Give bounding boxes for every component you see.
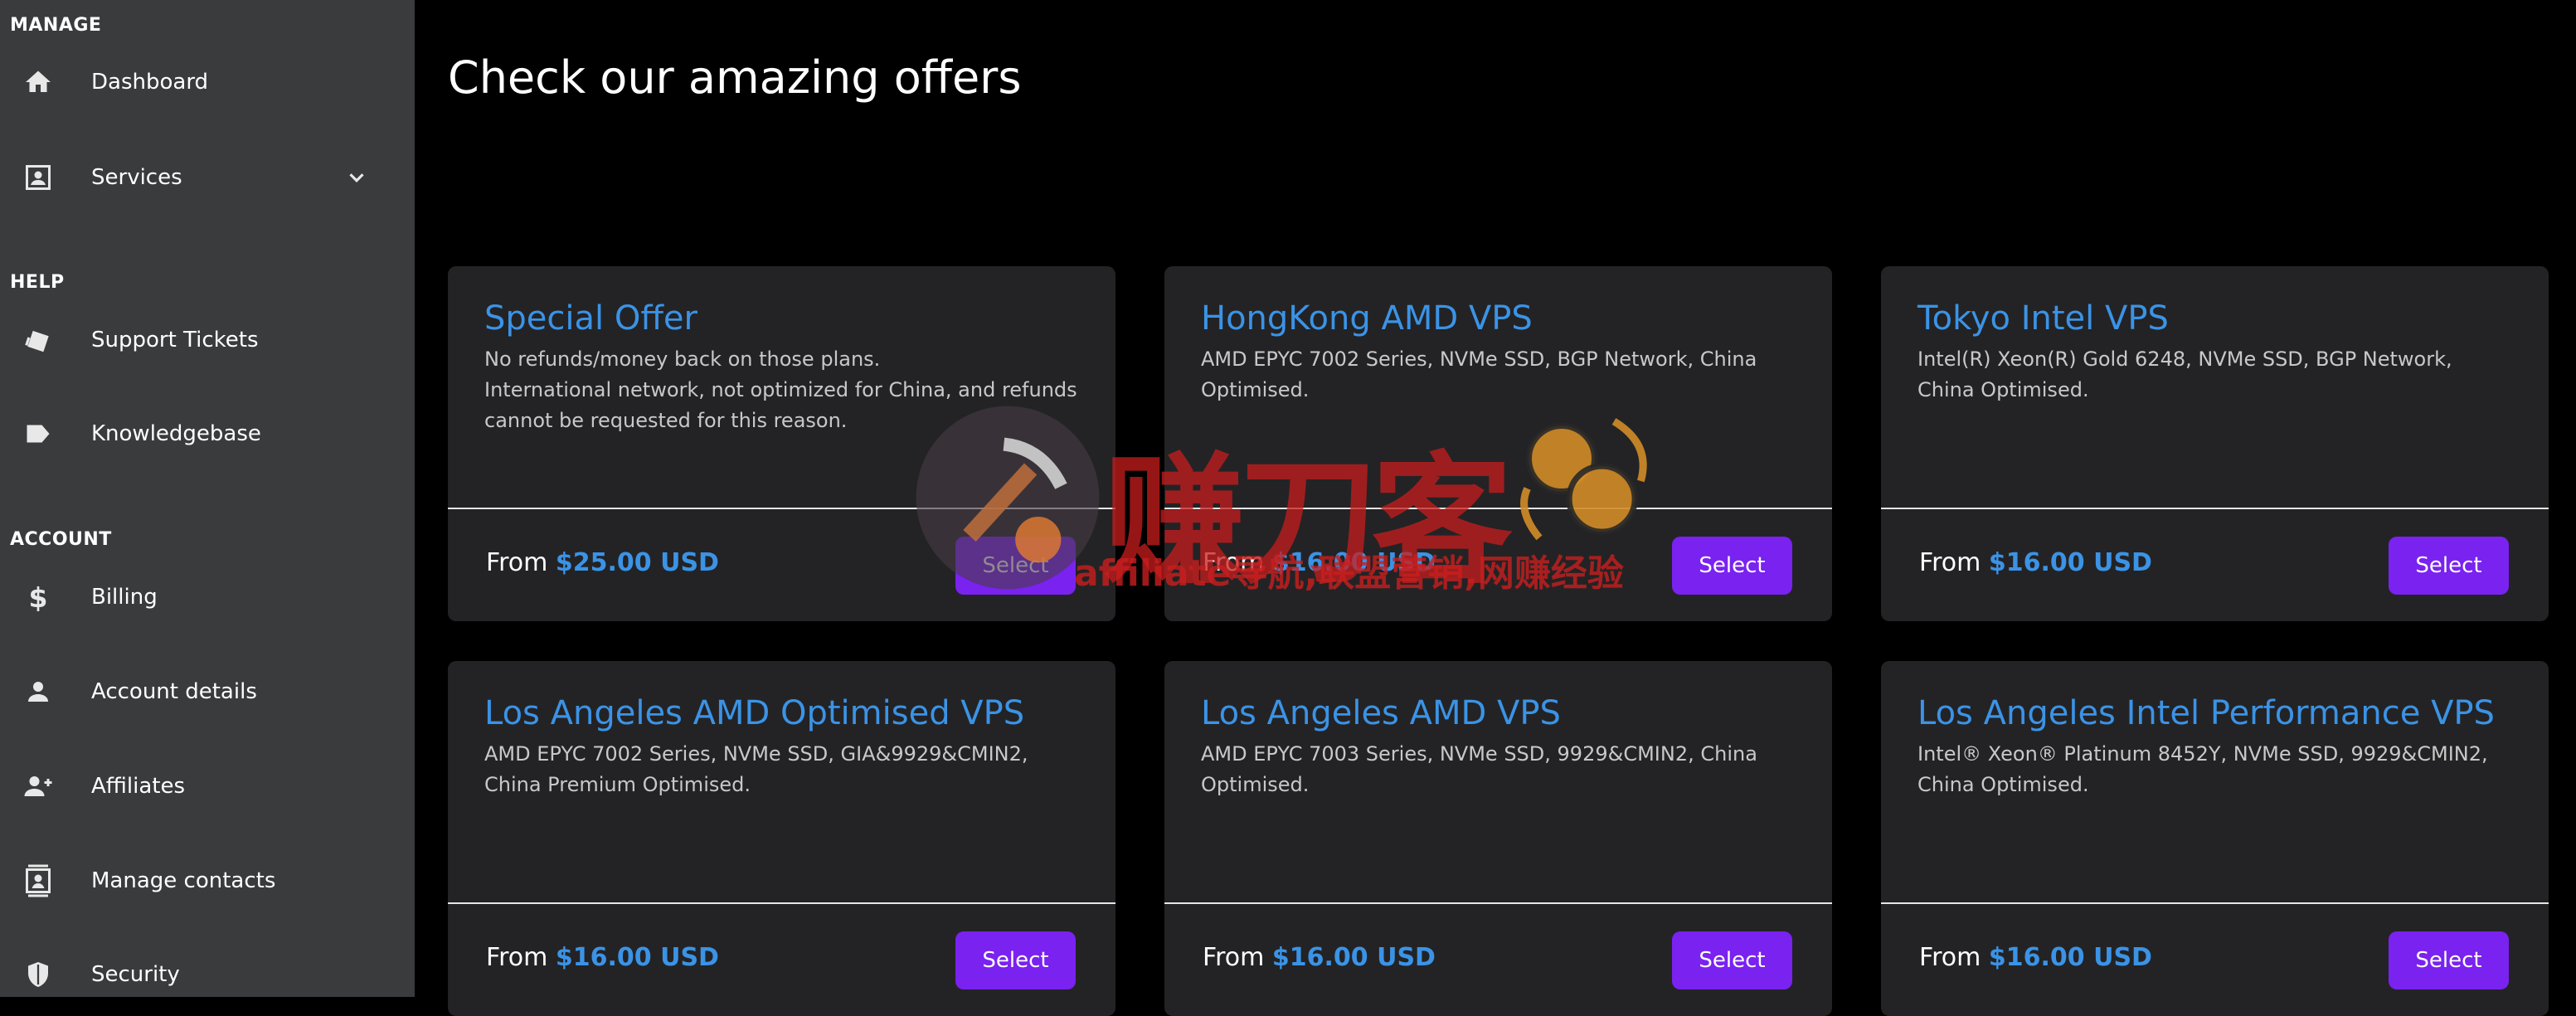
services-icon	[20, 159, 56, 196]
sidebar: MANAGE Dashboard Services HELP Support T…	[0, 0, 415, 997]
card-divider	[448, 902, 1115, 904]
offer-card: Los Angeles AMD VPS AMD EPYC 7003 Series…	[1164, 661, 1832, 1016]
offer-card: HongKong AMD VPS AMD EPYC 7002 Series, N…	[1164, 266, 1832, 621]
price-row: From $16.00 USD	[486, 943, 719, 972]
offer-price: $16.00 USD	[1988, 943, 2152, 972]
card-divider	[1164, 508, 1832, 509]
sidebar-item-label: Services	[91, 165, 182, 190]
price-row: From $16.00 USD	[1919, 548, 2152, 577]
offer-price: $16.00 USD	[1271, 943, 1436, 972]
offer-card: Special Offer No refunds/money back on t…	[448, 266, 1115, 621]
sidebar-item-label: Account details	[91, 679, 257, 704]
offer-description: AMD EPYC 7003 Series, NVMe SSD, 9929&CMI…	[1201, 742, 1757, 796]
sidebar-item-services[interactable]: Services	[0, 148, 415, 207]
svg-text:$: $	[29, 582, 48, 612]
shield-icon	[20, 956, 56, 993]
offer-title: Los Angeles AMD VPS	[1201, 694, 1561, 732]
offer-title: HongKong AMD VPS	[1201, 299, 1533, 338]
sidebar-item-security[interactable]: Security	[0, 946, 415, 1004]
person-add-icon	[20, 768, 56, 805]
sidebar-item-label: Dashboard	[91, 70, 209, 95]
sidebar-item-support-tickets[interactable]: Support Tickets	[0, 311, 415, 369]
offer-description: AMD EPYC 7002 Series, NVMe SSD, GIA&9929…	[484, 742, 1028, 796]
select-button[interactable]: Select	[2389, 537, 2509, 595]
sidebar-item-label: Manage contacts	[91, 868, 276, 893]
contacts-icon	[20, 863, 56, 899]
price-prefix: From	[1919, 548, 1981, 577]
card-divider	[1881, 508, 2549, 509]
select-button[interactable]: Select	[955, 537, 1076, 595]
select-button[interactable]: Select	[1672, 931, 1792, 989]
price-row: From $16.00 USD	[1203, 943, 1436, 972]
label-icon	[20, 416, 56, 452]
sidebar-item-label: Security	[91, 962, 180, 987]
sidebar-item-dashboard[interactable]: Dashboard	[0, 53, 415, 111]
sidebar-item-label: Billing	[91, 585, 158, 610]
card-divider	[1164, 902, 1832, 904]
offer-description: Intel(R) Xeon(R) Gold 6248, NVMe SSD, BG…	[1917, 348, 2452, 401]
price-row: From $16.00 USD	[1919, 943, 2152, 972]
price-row: From $16.00 USD	[1203, 548, 1436, 577]
page-title: Check our amazing offers	[448, 51, 1022, 104]
home-icon	[20, 64, 56, 100]
dollar-icon: $	[20, 579, 56, 615]
price-row: From $25.00 USD	[486, 548, 719, 577]
offer-card: Los Angeles Intel Performance VPS Intel®…	[1881, 661, 2549, 1016]
sidebar-item-label: Affiliates	[91, 774, 186, 799]
ticket-icon	[20, 322, 56, 358]
section-label-help: HELP	[10, 272, 65, 293]
sidebar-item-label: Support Tickets	[91, 328, 259, 352]
offer-description: Intel® Xeon® Platinum 8452Y, NVMe SSD, 9…	[1917, 742, 2488, 796]
person-icon	[20, 673, 56, 710]
sidebar-item-manage-contacts[interactable]: Manage contacts	[0, 852, 415, 910]
offer-description: AMD EPYC 7002 Series, NVMe SSD, BGP Netw…	[1201, 348, 1757, 401]
card-divider	[1881, 902, 2549, 904]
price-prefix: From	[1919, 943, 1981, 972]
sidebar-item-affiliates[interactable]: Affiliates	[0, 757, 415, 815]
offer-price: $25.00 USD	[555, 548, 719, 577]
sidebar-item-billing[interactable]: $ Billing	[0, 568, 415, 626]
select-button[interactable]: Select	[2389, 931, 2509, 989]
sidebar-item-label: Knowledgebase	[91, 421, 261, 446]
card-divider	[448, 508, 1115, 509]
price-prefix: From	[486, 943, 548, 972]
offer-title: Los Angeles Intel Performance VPS	[1917, 694, 2495, 732]
section-label-manage: MANAGE	[10, 15, 102, 36]
offer-card: Tokyo Intel VPS Intel(R) Xeon(R) Gold 62…	[1881, 266, 2549, 621]
price-prefix: From	[1203, 943, 1265, 972]
offer-card: Los Angeles AMD Optimised VPS AMD EPYC 7…	[448, 661, 1115, 1016]
offer-price: $16.00 USD	[555, 943, 719, 972]
section-label-account: ACCOUNT	[10, 529, 112, 550]
select-button[interactable]: Select	[1672, 537, 1792, 595]
sidebar-item-knowledgebase[interactable]: Knowledgebase	[0, 405, 415, 463]
sidebar-item-account-details[interactable]: Account details	[0, 663, 415, 721]
offer-description: No refunds/money back on those plans. In…	[484, 348, 1077, 432]
select-button[interactable]: Select	[955, 931, 1076, 989]
chevron-down-icon[interactable]	[340, 161, 373, 194]
price-prefix: From	[1203, 548, 1265, 577]
price-prefix: From	[486, 548, 548, 577]
offer-title: Los Angeles AMD Optimised VPS	[484, 694, 1025, 732]
offer-price: $16.00 USD	[1988, 548, 2152, 577]
offer-title: Tokyo Intel VPS	[1917, 299, 2169, 338]
offer-title: Special Offer	[484, 299, 697, 338]
offer-price: $16.00 USD	[1271, 548, 1436, 577]
